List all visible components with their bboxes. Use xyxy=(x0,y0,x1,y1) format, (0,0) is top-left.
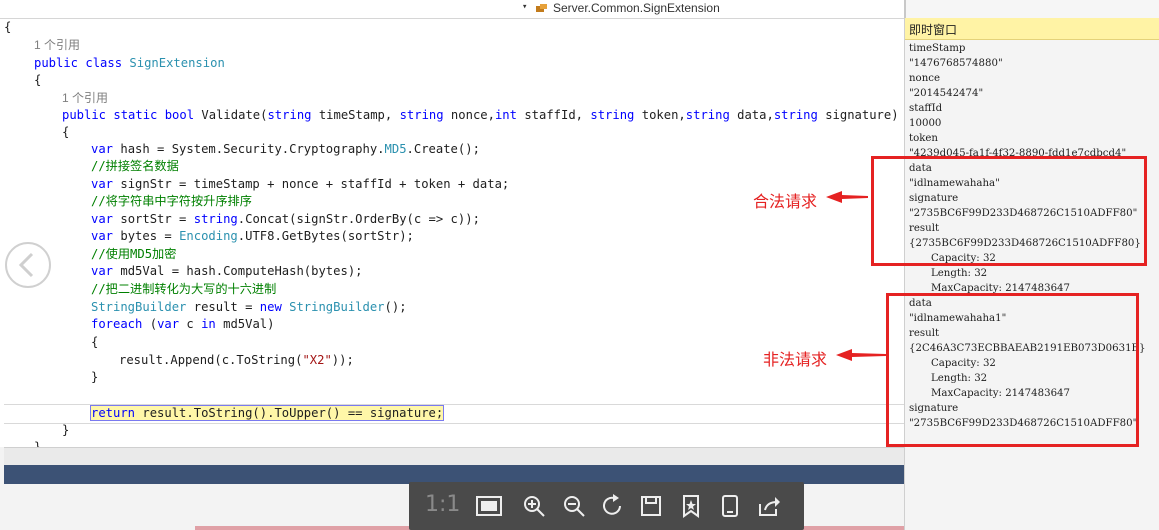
arrow-left-icon xyxy=(826,191,868,203)
rotate-button[interactable] xyxy=(599,492,627,520)
code-line: var md5Val = hash.ComputeHash(bytes); xyxy=(91,264,363,278)
top-right-strip xyxy=(904,0,1159,18)
zoom-out-button[interactable] xyxy=(560,492,588,520)
class-icon xyxy=(536,4,547,12)
illegal-request-label: 非法请求 xyxy=(763,350,828,369)
code-line: } xyxy=(62,423,70,437)
dropdown-arrow-icon[interactable]: ▾ xyxy=(522,2,527,12)
code-line: } xyxy=(34,440,42,447)
output-line: timeStamp xyxy=(909,43,966,54)
output-line: "1476768574880" xyxy=(909,58,1003,69)
code-line: public class SignExtension xyxy=(34,56,225,70)
selected-code-line[interactable]: return result.ToString().ToUpper() == si… xyxy=(89,405,445,422)
code-editor[interactable]: { 1 个引用 public class SignExtension { 1 个… xyxy=(4,19,904,447)
output-line: token xyxy=(909,133,938,144)
zoom-out-icon xyxy=(564,496,585,517)
save-icon xyxy=(641,496,661,516)
favorite-button[interactable] xyxy=(677,492,705,520)
favorite-icon xyxy=(683,495,699,518)
previous-image-button[interactable] xyxy=(5,242,51,288)
code-lens-references[interactable]: 1 个引用 xyxy=(34,37,80,54)
arrow-left-icon xyxy=(836,349,886,361)
zoom-in-button[interactable] xyxy=(520,492,548,520)
member-dropdown[interactable]: Server.Common.SignExtension xyxy=(553,1,720,15)
code-line: var sortStr = string.Concat(signStr.Orde… xyxy=(91,212,480,226)
fit-window-icon xyxy=(476,496,502,516)
image-viewer-toolbar: 1:1 xyxy=(409,482,804,530)
rotate-icon xyxy=(603,494,621,515)
immediate-window[interactable]: 即时窗口 timeStamp "1476768574880" nonce "20… xyxy=(904,18,1159,530)
code-line: foreach (var c in md5Val) xyxy=(91,317,275,331)
fullscreen-button[interactable] xyxy=(716,492,744,520)
legal-request-highlight-box xyxy=(871,156,1147,266)
code-comment: //拼接签名数据 xyxy=(91,159,179,173)
immediate-window-title[interactable]: 即时窗口 xyxy=(905,18,1159,40)
chevron-left-icon xyxy=(18,252,34,278)
fit-window-button[interactable] xyxy=(475,492,503,520)
code-comment: //使用MD5加密 xyxy=(91,247,177,261)
code-line: } xyxy=(91,370,99,384)
output-line: staffId xyxy=(909,103,943,114)
code-line: var signStr = timeStamp + nonce + staffI… xyxy=(91,177,510,191)
illegal-request-highlight-box xyxy=(886,293,1139,447)
legal-request-label: 合法请求 xyxy=(753,192,818,211)
output-line: "2014542474" xyxy=(909,88,984,99)
code-comment: //将字符串中字符按升序排序 xyxy=(91,194,252,208)
output-line: Length: 32 xyxy=(931,268,988,279)
output-line: 10000 xyxy=(909,118,942,129)
zoom-in-icon xyxy=(524,496,545,517)
horizontal-scrollbar[interactable] xyxy=(4,447,904,466)
code-line: { xyxy=(4,20,12,34)
code-line: var hash = System.Security.Cryptography.… xyxy=(91,142,480,156)
code-comment: //把二进制转化为大写的十六进制 xyxy=(91,282,277,296)
fullscreen-icon xyxy=(722,495,738,517)
member-navigation-bar: ▾ Server.Common.SignExtension xyxy=(0,0,904,19)
code-line: { xyxy=(91,335,99,349)
share-icon xyxy=(759,497,780,516)
actual-size-button[interactable]: 1:1 xyxy=(425,492,460,517)
code-lens-references[interactable]: 1 个引用 xyxy=(62,90,108,107)
code-line: StringBuilder result = new StringBuilder… xyxy=(91,300,407,314)
code-line: { xyxy=(62,125,70,139)
code-line: { xyxy=(34,73,42,87)
code-line: result.Append(c.ToString("X2")); xyxy=(119,353,354,367)
code-line: public static bool Validate(string timeS… xyxy=(62,108,899,122)
output-line: nonce xyxy=(909,73,940,84)
save-button[interactable] xyxy=(637,492,665,520)
share-button[interactable] xyxy=(755,492,783,520)
code-line: var bytes = Encoding.UTF8.GetBytes(sortS… xyxy=(91,229,414,243)
